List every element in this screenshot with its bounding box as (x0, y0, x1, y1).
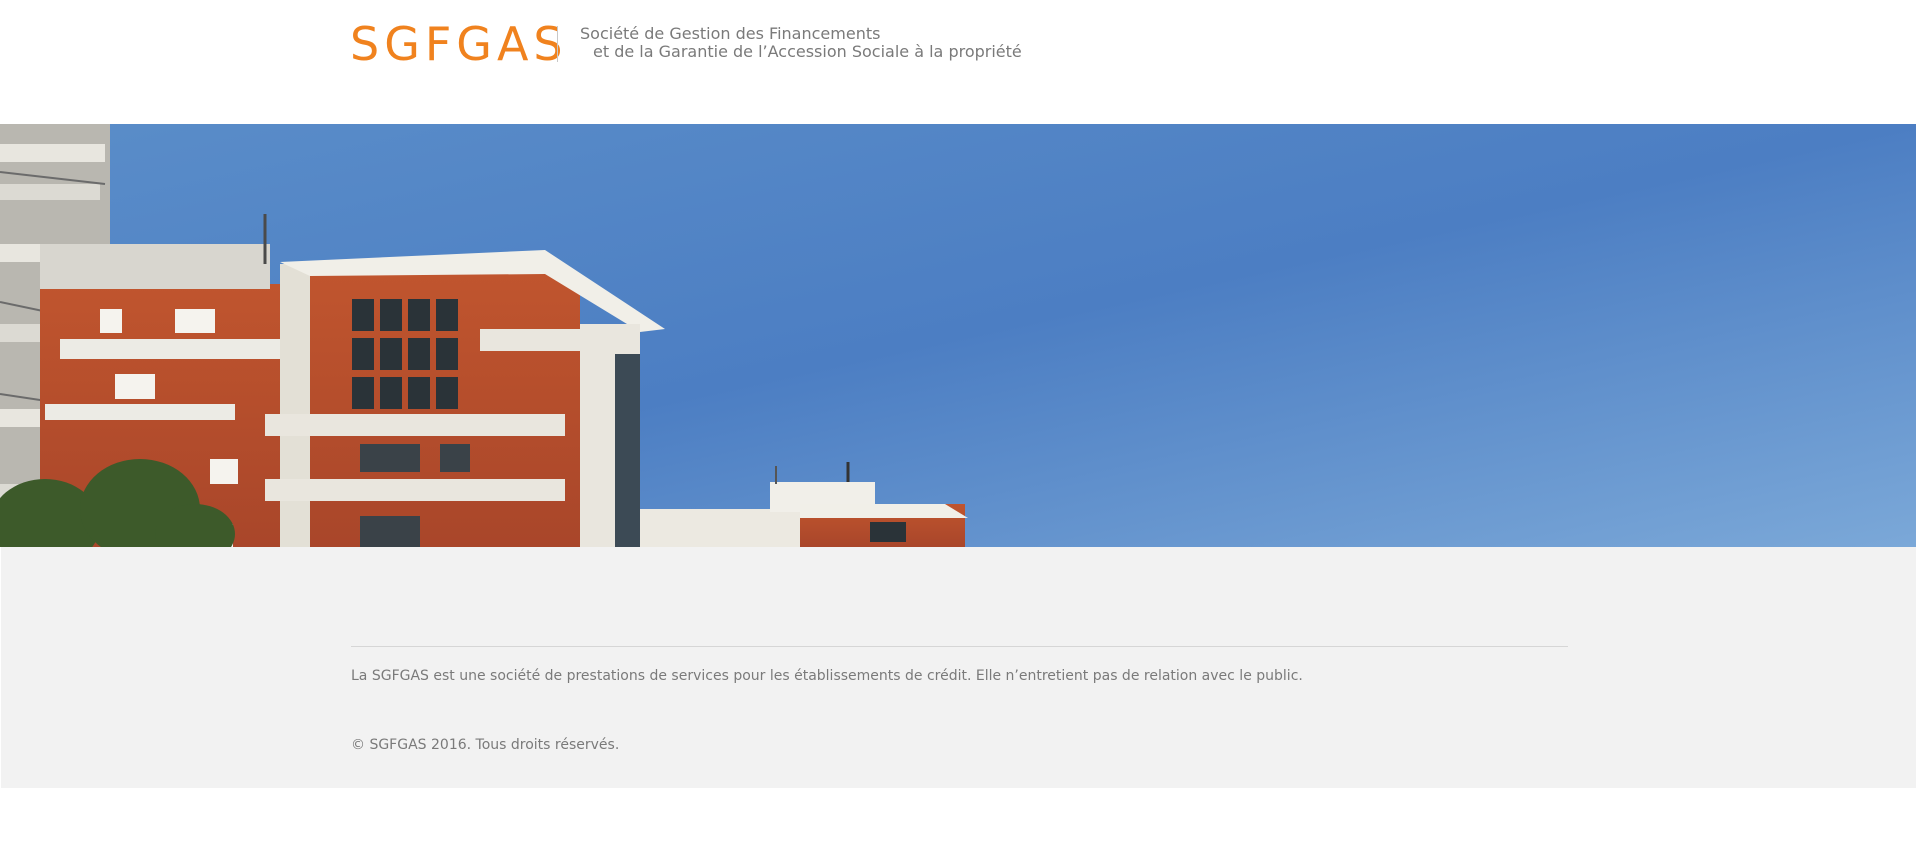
site-footer: La SGFGAS est une société de prestations… (1, 547, 1916, 788)
hero-banner (0, 124, 1916, 547)
tagline-line-1: Société de Gestion des Financements (580, 24, 881, 43)
site-header: SGFGAS Société de Gestion des Financemen… (0, 0, 1916, 124)
tagline-line-2: et de la Garantie de l’Accession Sociale… (593, 42, 1022, 61)
footer-copyright: © SGFGAS 2016. Tous droits réservés. (351, 737, 620, 753)
hero-image (0, 124, 1916, 547)
page: SGFGAS Société de Gestion des Financemen… (0, 0, 1916, 854)
site-tagline: Société de Gestion des Financements et d… (580, 25, 1022, 61)
site-logo[interactable]: SGFGAS (350, 16, 568, 72)
footer-description: La SGFGAS est une société de prestations… (351, 668, 1303, 684)
footer-divider (351, 646, 1568, 647)
logo-divider (557, 26, 558, 62)
